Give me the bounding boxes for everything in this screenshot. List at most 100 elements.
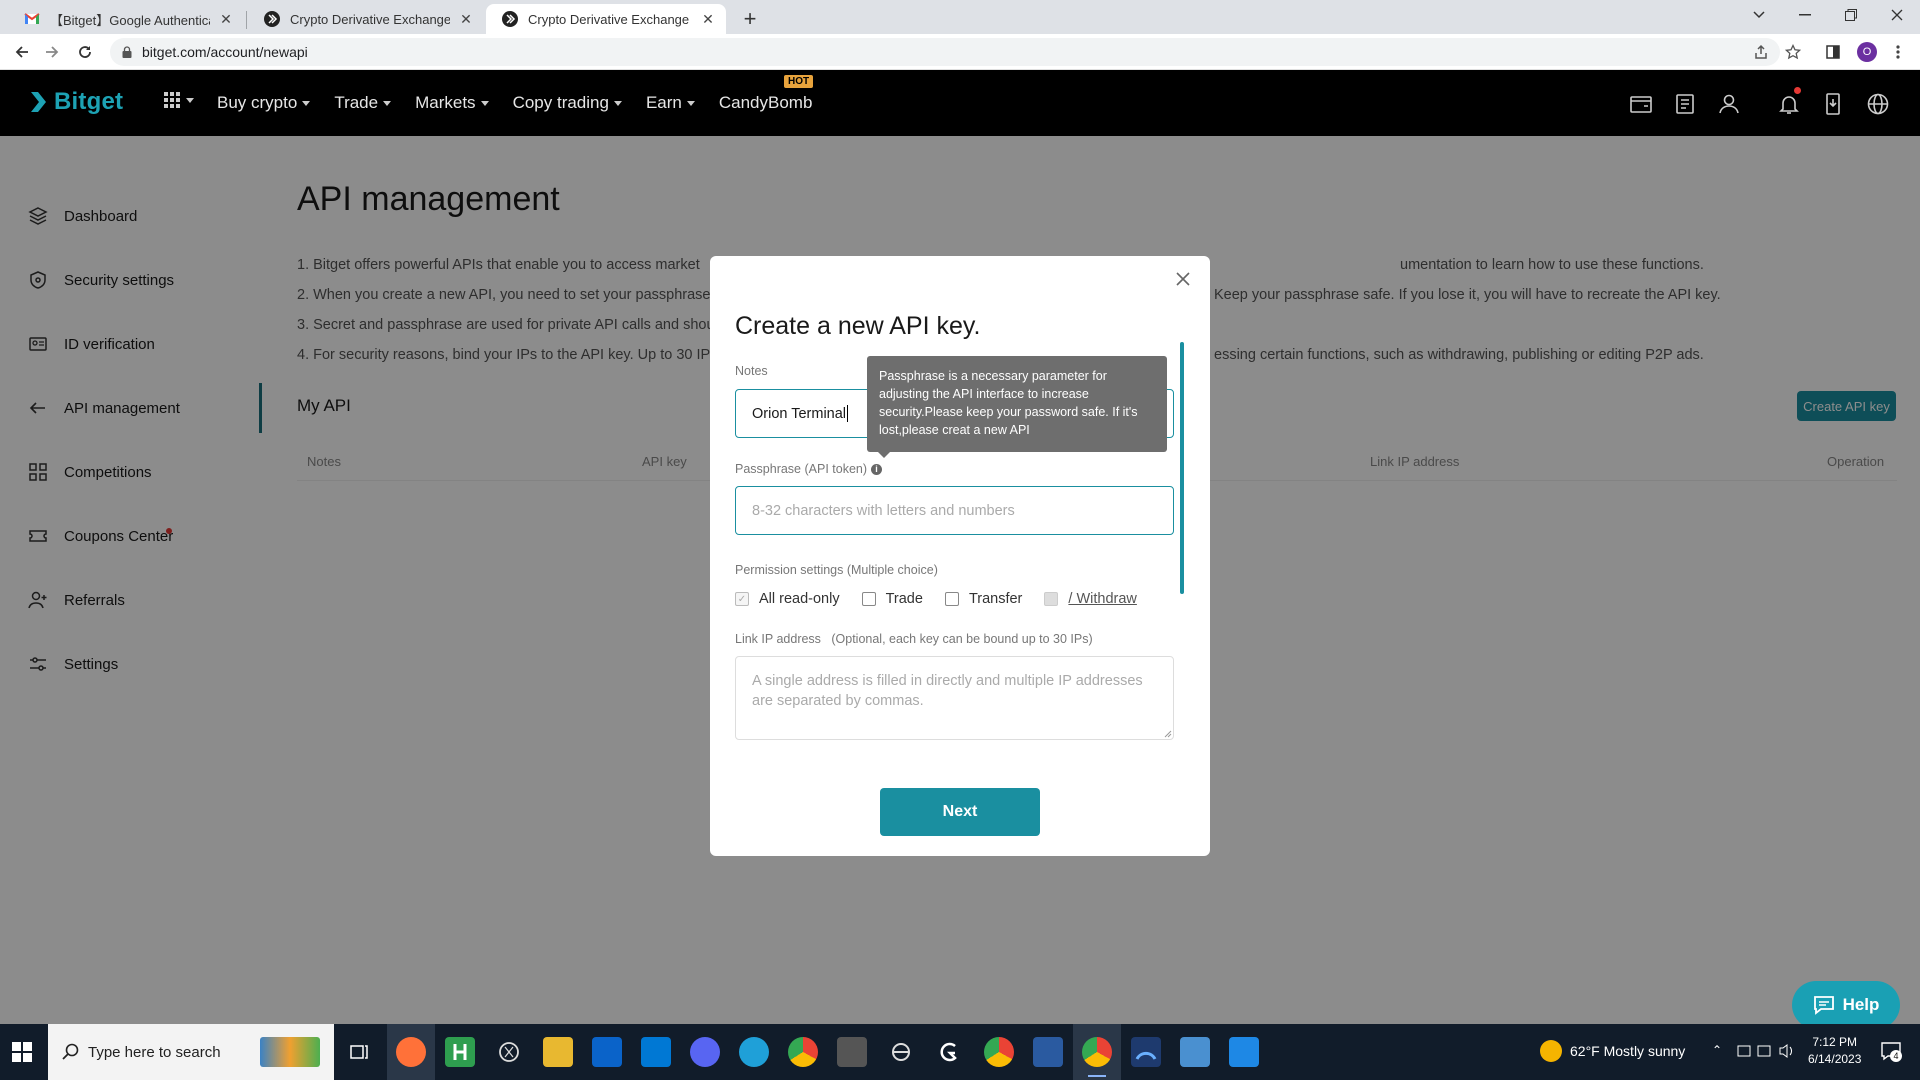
windows-start-icon[interactable] — [12, 1042, 32, 1062]
system-clock[interactable]: 7:12 PM 6/14/2023 — [1808, 1034, 1861, 1068]
bitget-logo[interactable]: Bitget — [28, 88, 123, 116]
modal-scrollbar[interactable] — [1180, 342, 1184, 594]
link-ip-textarea[interactable]: A single address is filled in directly a… — [735, 656, 1174, 740]
main-nav: Buy crypto Trade Markets Copy trading Ea… — [217, 70, 836, 136]
chat-bubble-icon — [1813, 996, 1834, 1015]
flag-app-icon[interactable] — [1033, 1037, 1063, 1067]
help-button[interactable]: Help — [1792, 981, 1900, 1029]
notification-center-icon[interactable]: 4 — [1880, 1040, 1902, 1062]
permission-transfer[interactable]: Transfer — [944, 591, 1023, 607]
lock-icon — [122, 46, 132, 58]
browser-menu-icon[interactable] — [1888, 42, 1908, 62]
browser-tab-bitget-1[interactable]: Crypto Derivative Exchange | Bitg ✕ — [248, 4, 484, 34]
bookmark-star-icon[interactable] — [1783, 42, 1803, 62]
clock-date: 6/14/2023 — [1808, 1052, 1862, 1066]
nav-trade[interactable]: Trade — [334, 93, 392, 113]
back-arrow-icon[interactable] — [10, 40, 34, 64]
nav-markets[interactable]: Markets — [415, 93, 489, 113]
nav-label: Markets — [415, 93, 476, 112]
app-g-icon[interactable] — [935, 1037, 965, 1067]
passphrase-input[interactable]: 8-32 characters with letters and numbers — [735, 486, 1174, 535]
permission-label-text: / Withdraw — [1068, 591, 1137, 607]
window-app-icon[interactable] — [1229, 1037, 1259, 1067]
permission-label: Permission settings (Multiple choice) — [735, 563, 938, 577]
microsoft-store-icon[interactable] — [592, 1037, 622, 1067]
nav-copy-trading[interactable]: Copy trading — [513, 93, 622, 113]
bell-icon[interactable] — [1777, 92, 1801, 116]
url-field[interactable]: bitget.com/account/newapi — [110, 38, 1780, 66]
apps-grid-icon[interactable] — [164, 92, 194, 108]
close-window-button[interactable] — [1874, 0, 1920, 30]
search-placeholder: Type here to search — [88, 1043, 221, 1061]
file-explorer-icon[interactable] — [543, 1037, 573, 1067]
permission-label-text: All read-only — [759, 591, 840, 607]
orders-icon[interactable] — [1673, 92, 1697, 116]
new-tab-button[interactable]: + — [737, 6, 763, 32]
openai-icon[interactable] — [494, 1037, 524, 1067]
hot-badge: HOT — [784, 75, 814, 88]
browser-tab-bitget-active[interactable]: Crypto Derivative Exchange | Bitg ✕ — [486, 4, 726, 34]
notepad-icon[interactable] — [1180, 1037, 1210, 1067]
edge-icon[interactable] — [739, 1037, 769, 1067]
nav-buy-crypto[interactable]: Buy crypto — [217, 93, 311, 113]
nav-candybomb[interactable]: CandyBomb — [719, 93, 813, 113]
task-view-icon[interactable] — [344, 1037, 374, 1067]
weather-text[interactable]: 62°F Mostly sunny — [1570, 1043, 1685, 1059]
text-cursor — [847, 405, 849, 422]
clock-time: 7:12 PM — [1812, 1035, 1858, 1049]
nav-label: Copy trading — [512, 93, 609, 112]
app-h-icon[interactable] — [445, 1037, 475, 1067]
close-tab-icon[interactable]: ✕ — [458, 11, 474, 27]
browser-tab-strip: 【Bitget】Google Authenticator bi ✕ Crypto… — [0, 0, 1920, 34]
permission-withdraw[interactable]: / Withdraw — [1044, 591, 1137, 607]
info-icon[interactable]: i — [871, 464, 883, 475]
address-bar-row: bitget.com/account/newapi — [0, 34, 1920, 70]
permission-trade[interactable]: Trade — [861, 591, 923, 607]
link-ip-label-text: Link IP address — [735, 632, 821, 646]
passphrase-label-text: Passphrase (API token) — [735, 462, 868, 476]
discord-icon[interactable] — [690, 1037, 720, 1067]
chrome-profile-icon[interactable] — [984, 1037, 1014, 1067]
mail-icon[interactable] — [641, 1037, 671, 1067]
link-ip-label: Link IP address (Optional, each key can … — [735, 632, 1093, 646]
globe-icon[interactable] — [1866, 92, 1890, 116]
chrome-active-icon[interactable] — [1082, 1037, 1112, 1077]
chevron-down-icon — [480, 100, 489, 106]
notes-label: Notes — [735, 364, 768, 378]
arc-app-icon[interactable] — [1131, 1037, 1161, 1067]
forward-arrow-icon[interactable] — [40, 40, 64, 64]
checkbox-disabled-icon — [1044, 592, 1059, 606]
browser-tab-gmail[interactable]: 【Bitget】Google Authenticator bi ✕ — [8, 4, 244, 34]
calculator-icon[interactable] — [837, 1037, 867, 1067]
chevron-up-icon[interactable]: ⌃ — [1712, 1043, 1722, 1057]
user-icon[interactable] — [1717, 92, 1741, 116]
share-icon[interactable] — [1751, 42, 1771, 62]
minimize-button[interactable] — [1782, 0, 1828, 30]
tray-icons[interactable] — [1736, 1043, 1798, 1059]
chrome-icon[interactable] — [788, 1037, 818, 1067]
tab-search-icon[interactable] — [1736, 0, 1782, 30]
wallet-icon[interactable] — [1629, 92, 1653, 116]
firefox-icon[interactable] — [396, 1037, 426, 1067]
close-icon[interactable] — [1172, 268, 1194, 290]
download-app-icon[interactable] — [1821, 92, 1845, 116]
circle-app-icon[interactable] — [886, 1037, 916, 1067]
permission-read-only[interactable]: ✓ All read-only — [735, 591, 840, 607]
next-button[interactable]: Next — [880, 788, 1040, 836]
close-tab-icon[interactable]: ✕ — [218, 11, 234, 27]
notes-input-value: Orion Terminal — [752, 405, 847, 422]
profile-avatar[interactable]: O — [1857, 42, 1877, 62]
side-panel-icon[interactable] — [1823, 42, 1843, 62]
url-text: bitget.com/account/newapi — [142, 44, 308, 60]
close-tab-icon[interactable]: ✕ — [700, 11, 716, 27]
chevron-down-icon — [686, 100, 695, 106]
reload-icon[interactable] — [73, 40, 97, 64]
restore-button[interactable] — [1828, 0, 1874, 30]
taskbar-search[interactable]: Type here to search — [48, 1024, 334, 1080]
resize-handle-icon[interactable] — [1164, 730, 1172, 738]
chevron-down-icon — [383, 100, 392, 106]
permission-label-text: Transfer — [968, 591, 1023, 607]
tab-title: Crypto Derivative Exchange | Bitg — [528, 11, 692, 27]
nav-earn[interactable]: Earn — [646, 93, 695, 113]
gmail-icon — [24, 11, 40, 27]
